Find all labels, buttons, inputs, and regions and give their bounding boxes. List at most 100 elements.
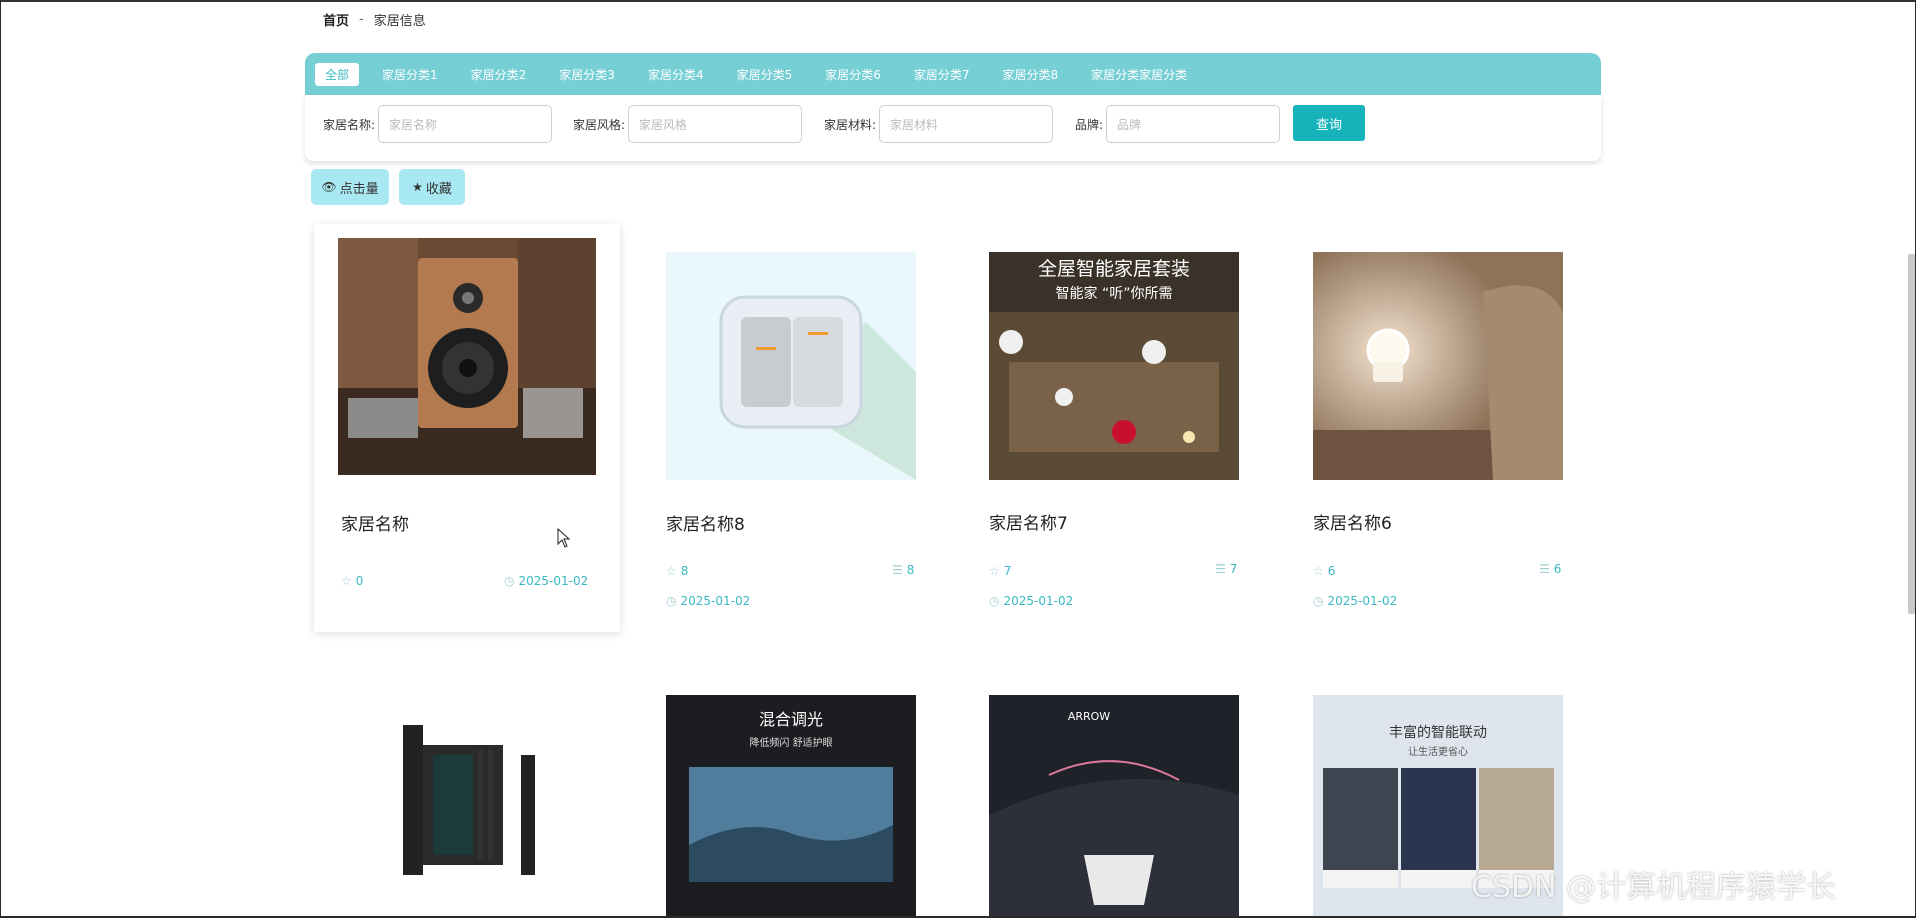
star-outline-icon: ☆ [341,574,352,588]
publish-date: ◷ 2025-01-02 [989,594,1073,608]
brand-filter: 品牌: 品牌 [1075,105,1281,143]
product-image[interactable]: 混合调光 降低频闪 舒适护眼 [666,695,916,916]
brand-filter-label: 品牌: [1075,117,1104,132]
favorite-count-value: 6 [1327,564,1336,578]
star-outline-icon: ☆ [1313,564,1324,578]
product-image[interactable] [338,238,596,475]
category-tab-9[interactable]: 家居分类家居分类 [1081,63,1197,86]
eye-icon: 👁 [321,180,337,194]
clock-icon: ◷ [989,594,1000,608]
image-title: 混合调光 [759,710,823,729]
image-title: 丰富的智能联动 [1389,724,1487,741]
product-image[interactable]: 全屋智能家居套装 智能家 “听”你所需 [989,252,1239,480]
product-image[interactable] [1313,252,1563,480]
category-tab-3[interactable]: 家居分类3 [549,63,625,86]
style-filter: 家居风格: 家居风格 [573,105,803,143]
night-light-photo [1313,252,1563,480]
brand-input[interactable]: 品牌 [1106,105,1281,143]
product-card[interactable]: 混合调光 降低频闪 舒适护眼 [666,695,916,916]
style-filter-label: 家居风格: [573,117,626,132]
product-image[interactable] [666,252,916,480]
category-tab-all[interactable]: 全部 [315,62,360,86]
scrollbar-thumb[interactable] [1908,254,1915,614]
view-count-value: 7 [1229,562,1238,576]
publish-date-value: 2025-01-02 [1003,594,1074,608]
favorite-count-value: 7 [1003,564,1012,578]
sort-favorite-label: 收藏 [425,181,452,197]
product-card[interactable]: 全屋智能家居套装 智能家 “听”你所需 家居名称7 ☆ 7 ☰ 7 ◷ 2025… [989,252,1239,612]
view-count-value: 8 [906,563,915,577]
category-tabs: 全部 家居分类1 家居分类2 家居分类3 家居分类4 家居分类5 家居分类6 家… [305,53,1601,95]
product-card[interactable]: ARROW [989,695,1239,916]
product-image[interactable] [343,695,593,916]
favorite-count: ☆ 7 [989,564,1011,578]
category-tab-5[interactable]: 家居分类5 [727,63,803,86]
view-count: ☰ 8 [892,563,914,577]
toilet-photo: ARROW [989,695,1239,916]
view-count: ☰ 7 [1215,562,1237,576]
image-title: 全屋智能家居套装 [1038,258,1190,280]
product-card[interactable]: 家居名称 ☆ 0 ◷ 2025-01-02 [314,224,620,632]
publish-date-value: 2025-01-02 [1327,594,1398,608]
favorite-count: ☆ 0 [341,574,363,588]
category-tab-7[interactable]: 家居分类7 [904,63,980,86]
gate-photo [343,695,593,916]
light-switch-photo [666,252,916,480]
star-icon: ★ [412,180,423,194]
document-icon: ☰ [1215,562,1226,576]
product-name[interactable]: 家居名称8 [666,510,745,535]
product-card[interactable]: 家居名称8 ☆ 8 ☰ 8 ◷ 2025-01-02 [666,252,916,612]
document-icon: ☰ [1539,562,1550,576]
query-button[interactable]: 查询 [1293,105,1365,141]
publish-date: ◷ 2025-01-02 [1313,594,1397,608]
image-subtitle: 降低频闪 舒适护眼 [749,736,832,749]
image-subtitle: 智能家 “听”你所需 [1056,285,1173,302]
sort-clicks-label: 点击量 [339,181,379,197]
breadcrumb-home[interactable]: 首页 [323,10,349,29]
publish-date: ◷ 2025-01-02 [666,594,750,608]
material-filter: 家居材料: 家居材料 [824,105,1054,143]
name-input[interactable]: 家居名称 [378,105,553,143]
publish-date-value: 2025-01-02 [680,594,751,608]
sort-favorite-button[interactable]: ★ 收藏 [399,169,465,205]
category-tab-1[interactable]: 家居分类1 [372,63,448,86]
document-icon: ☰ [892,563,903,577]
product-image[interactable]: ARROW [989,695,1239,916]
top-border [1,0,1915,2]
name-filter: 家居名称: 家居名称 [323,105,553,143]
product-name[interactable]: 家居名称7 [989,509,1068,534]
product-name[interactable]: 家居名称6 [1313,509,1392,534]
category-tab-2[interactable]: 家居分类2 [461,63,537,86]
category-tab-8[interactable]: 家居分类8 [993,63,1069,86]
product-card[interactable]: 家居名称6 ☆ 6 ☰ 6 ◷ 2025-01-02 [1313,252,1563,612]
smart-home-set-photo: 全屋智能家居套装 智能家 “听”你所需 [989,252,1239,480]
favorite-count-value: 8 [680,564,689,578]
sort-clicks-button[interactable]: 👁 点击量 [311,169,389,205]
product-card[interactable] [343,695,593,916]
image-subtitle: 让生活更省心 [1408,745,1468,758]
view-count: ☰ 6 [1539,562,1561,576]
favorite-count: ☆ 8 [666,564,688,578]
name-filter-label: 家居名称: [323,117,376,132]
product-name[interactable]: 家居名称 [341,510,409,535]
material-filter-label: 家居材料: [824,117,877,132]
clock-icon: ◷ [1313,594,1324,608]
style-input[interactable]: 家居风格 [628,105,803,143]
publish-date-value: 2025-01-02 [518,574,589,588]
star-outline-icon: ☆ [989,564,1000,578]
watermark: CSDN @计算机程序猿学长 [1471,870,1837,905]
clock-icon: ◷ [666,594,677,608]
favorite-count-value: 0 [355,574,364,588]
publish-date: ◷ 2025-01-02 [504,574,588,588]
image-title: ARROW [1068,710,1110,723]
breadcrumb-separator: - [359,12,364,27]
category-tab-4[interactable]: 家居分类4 [638,63,714,86]
breadcrumb-current: 家居信息 [373,14,426,29]
star-outline-icon: ☆ [666,564,677,578]
speaker-photo [338,238,596,475]
page: 首页 - 家居信息 全部 家居分类1 家居分类2 家居分类3 家居分类4 家居分… [0,0,1916,918]
mouse-cursor-icon [557,528,571,548]
search-panel: 家居名称: 家居名称 家居风格: 家居风格 家居材料: 家居材料 品牌: 品牌 … [305,95,1601,161]
material-input[interactable]: 家居材料 [879,105,1054,143]
category-tab-6[interactable]: 家居分类6 [815,63,891,86]
